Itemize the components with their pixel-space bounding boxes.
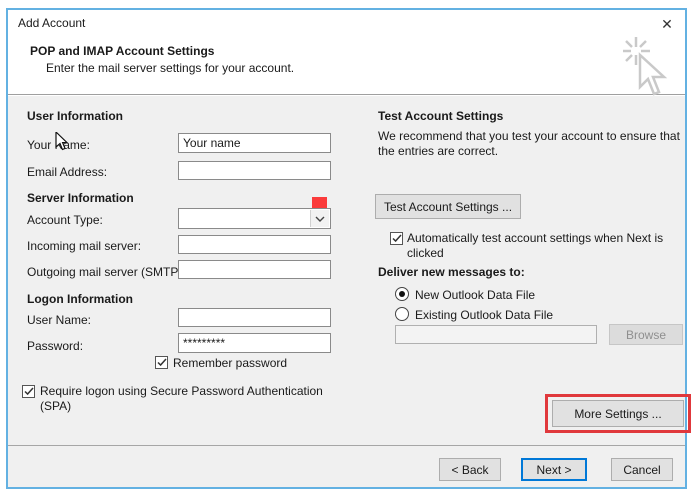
next-button[interactable]: Next >	[521, 458, 587, 481]
incoming-server-input[interactable]	[178, 235, 331, 254]
deliver-heading: Deliver new messages to:	[378, 265, 525, 279]
account-type-dropdown[interactable]	[178, 208, 331, 229]
add-account-dialog: Add Account ✕ POP and IMAP Account Setti…	[6, 8, 687, 489]
radio-existing-data-file-label: Existing Outlook Data File	[415, 308, 553, 322]
server-information-heading: Server Information	[27, 191, 134, 205]
browse-button: Browse	[609, 324, 683, 345]
auto-test-checkbox[interactable]	[390, 232, 403, 245]
check-icon	[392, 234, 402, 243]
title-bar: Add Account ✕	[8, 10, 685, 38]
page-subtitle: Enter the mail server settings for your …	[46, 61, 294, 75]
radio-new-data-file-label: New Outlook Data File	[415, 288, 535, 302]
test-account-settings-description: We recommend that you test your account …	[378, 129, 680, 159]
radio-dot	[399, 291, 405, 297]
test-account-settings-heading: Test Account Settings	[378, 109, 503, 123]
auto-test-label: Automatically test account settings when…	[407, 231, 679, 261]
radio-existing-data-file[interactable]	[395, 307, 409, 321]
footer-divider	[8, 445, 685, 446]
spa-label: Require logon using Secure Password Auth…	[40, 384, 350, 414]
email-address-input[interactable]	[178, 161, 331, 180]
remember-password-checkbox[interactable]	[155, 356, 168, 369]
mouse-cursor-icon	[55, 132, 69, 152]
remember-password-label: Remember password	[173, 356, 287, 370]
check-icon	[24, 387, 34, 396]
password-label: Password:	[27, 339, 83, 353]
account-type-label: Account Type:	[27, 213, 103, 227]
click-cursor-icon	[623, 35, 669, 97]
data-file-path-input	[395, 325, 597, 344]
user-information-heading: User Information	[27, 109, 123, 123]
spa-checkbox[interactable]	[22, 385, 35, 398]
your-name-input[interactable]	[178, 133, 331, 153]
test-account-settings-button[interactable]: Test Account Settings ...	[375, 194, 521, 219]
logon-user-name-input[interactable]	[178, 308, 331, 327]
close-button[interactable]: ✕	[653, 12, 681, 37]
incoming-server-label: Incoming mail server:	[27, 239, 141, 253]
dialog-header: POP and IMAP Account Settings Enter the …	[8, 38, 685, 95]
email-address-label: Email Address:	[27, 165, 107, 179]
back-button[interactable]: < Back	[439, 458, 501, 481]
outgoing-server-input[interactable]	[178, 260, 331, 279]
page-title: POP and IMAP Account Settings	[30, 44, 214, 58]
more-settings-button[interactable]: More Settings ...	[552, 400, 684, 427]
chevron-down-icon[interactable]	[310, 210, 329, 227]
password-input[interactable]	[178, 333, 331, 353]
outgoing-server-label: Outgoing mail server (SMTP):	[27, 265, 186, 279]
radio-new-data-file[interactable]	[395, 287, 409, 301]
check-icon	[157, 358, 167, 367]
window-title: Add Account	[18, 16, 85, 30]
annotation-marker	[312, 197, 327, 208]
cancel-button[interactable]: Cancel	[611, 458, 673, 481]
dialog-body: User Information Your Name: Email Addres…	[8, 96, 685, 487]
logon-information-heading: Logon Information	[27, 292, 133, 306]
logon-user-name-label: User Name:	[27, 313, 91, 327]
